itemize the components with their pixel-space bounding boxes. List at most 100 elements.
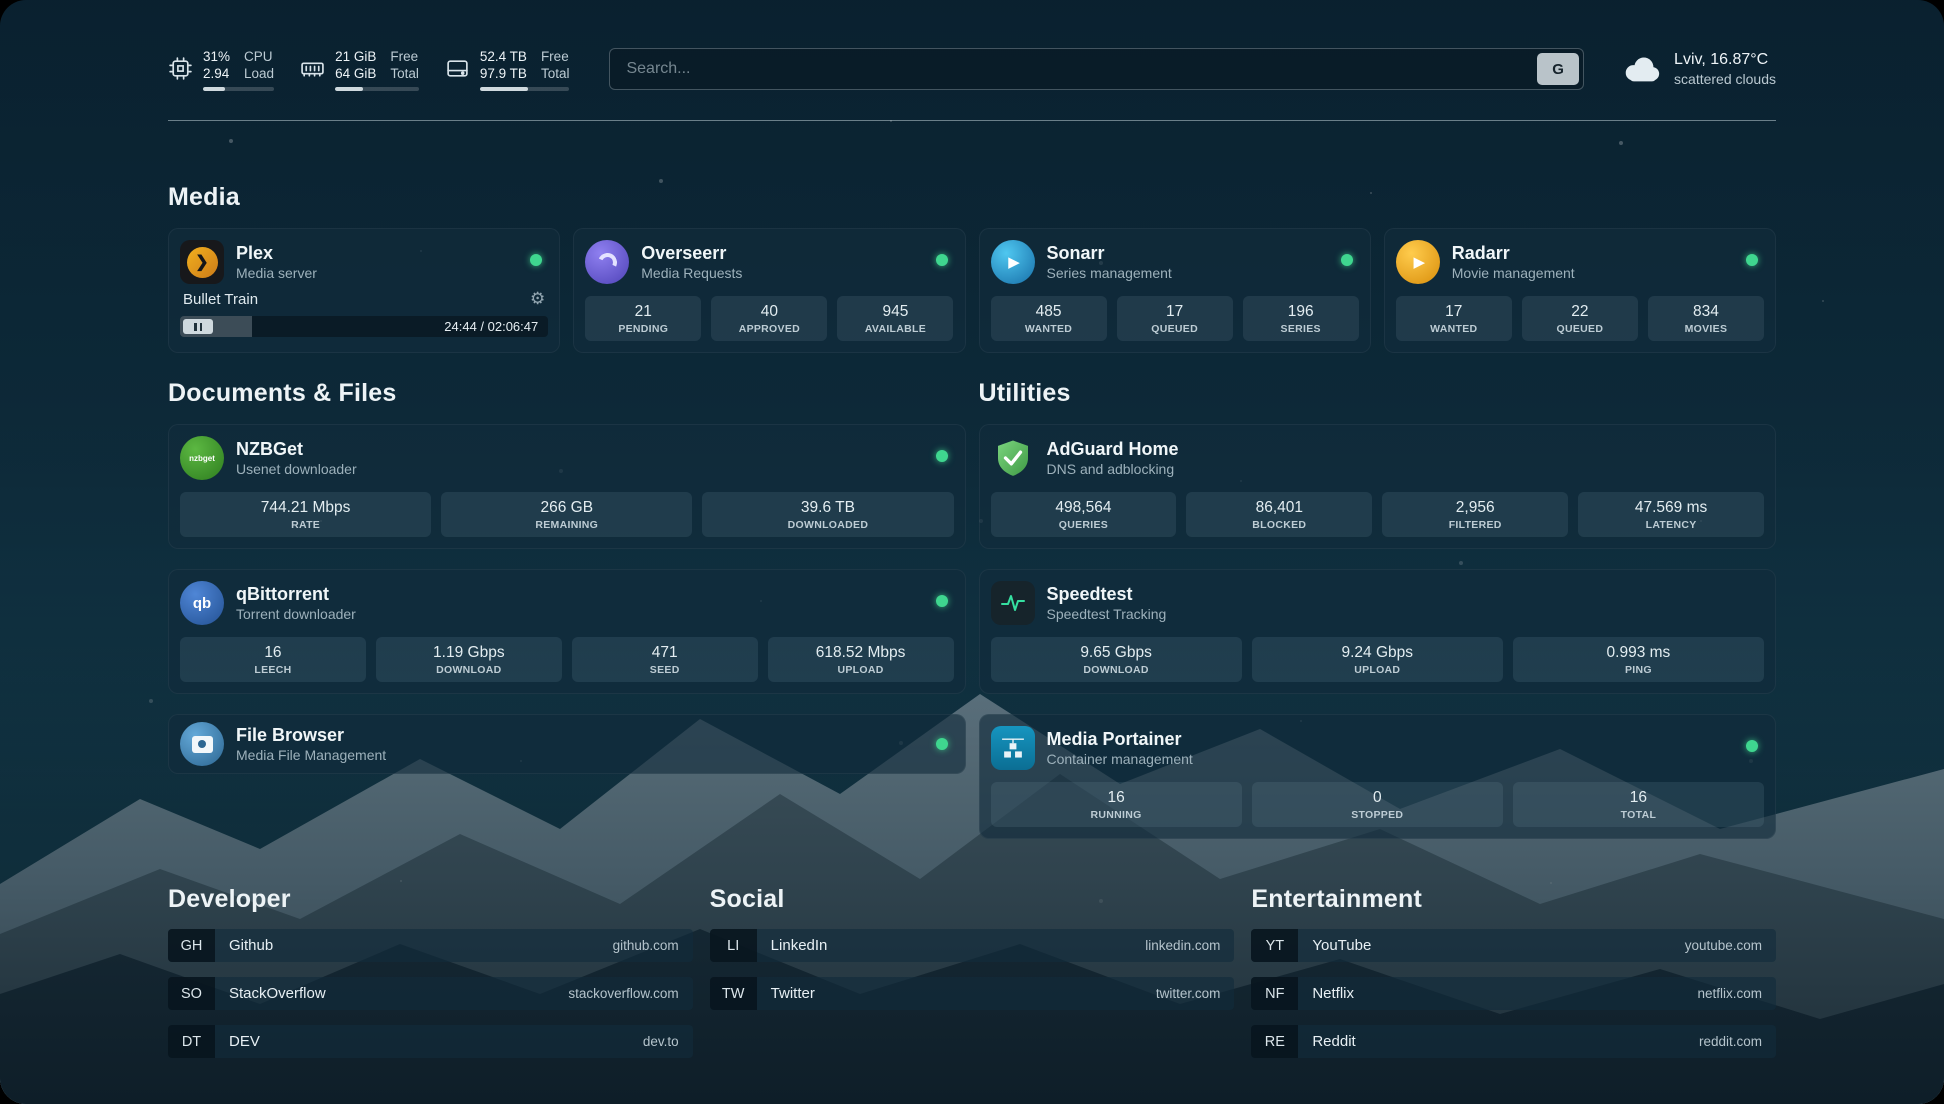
bookmark-url: stackoverflow.com [568,986,678,1001]
stat-upload: 618.52 MbpsUPLOAD [768,637,954,682]
stat-download: 1.19 GbpsDOWNLOAD [376,637,562,682]
playback-progress-bar[interactable]: 24:44 / 02:06:47 [180,316,548,337]
bookmark-linkedin[interactable]: LI LinkedIn linkedin.com [710,929,1235,962]
settings-icon[interactable] [530,290,545,308]
memory-widget: 21 GiB Free 64 GiB Total [300,48,419,91]
service-name: AdGuard Home [1047,438,1179,460]
utilities-column: Utilities [979,379,1777,839]
service-subtitle: Movie management [1452,264,1575,282]
bookmark-abbr: SO [168,977,215,1010]
stat-remaining: 266 GBREMAINING [441,492,692,537]
memory-total: 64 GiB [335,65,376,82]
bookmark-twitter[interactable]: TW Twitter twitter.com [710,977,1235,1010]
service-name: Media Portainer [1047,728,1193,750]
service-subtitle: Container management [1047,750,1193,768]
status-online-dot [1746,740,1758,752]
service-card-radarr[interactable]: Radarr Movie management 17WANTED 22QUEUE… [1384,228,1776,353]
service-card-overseerr[interactable]: Overseerr Media Requests 21PENDING 40APP… [573,228,965,353]
service-subtitle: Usenet downloader [236,460,357,478]
status-online-dot [1746,254,1758,266]
speedtest-icon [991,581,1035,625]
service-name: Sonarr [1047,242,1172,264]
service-card-nzbget[interactable]: nzbget NZBGet Usenet downloader 744.21 M… [168,424,966,549]
stat-series: 196SERIES [1243,296,1359,341]
service-card-adguard[interactable]: AdGuard Home DNS and adblocking 498,564Q… [979,424,1777,549]
plex-icon [180,240,224,284]
stat-total: 16TOTAL [1513,782,1764,827]
stat-upload: 9.24 GbpsUPLOAD [1252,637,1503,682]
radarr-icon [1396,240,1440,284]
stat-ping: 0.993 msPING [1513,637,1764,682]
bookmark-name: Reddit [1312,1033,1355,1050]
disk-free: 52.4 TB [480,48,527,65]
memory-free: 21 GiB [335,48,376,65]
stat-stopped: 0STOPPED [1252,782,1503,827]
disk-usage-bar [480,87,570,91]
bookmark-url: netflix.com [1697,986,1762,1001]
bookmark-url: reddit.com [1699,1034,1762,1049]
bookmark-name: Github [229,937,273,954]
documents-column: Documents & Files nzbget NZBGet Usenet d… [168,379,966,839]
media-cards-row: Plex Media server Bullet Train 24:44 / 0… [168,228,1776,353]
status-online-dot [936,738,948,750]
service-card-speedtest[interactable]: Speedtest Speedtest Tracking 9.65 GbpsDO… [979,569,1777,694]
bookmark-dev[interactable]: DT DEV dev.to [168,1025,693,1058]
service-subtitle: Media Requests [641,264,742,282]
bookmark-netflix[interactable]: NF Netflix netflix.com [1251,977,1776,1010]
service-subtitle: Torrent downloader [236,605,356,623]
service-name: NZBGet [236,438,357,460]
service-card-filebrowser[interactable]: File Browser Media File Management [168,714,966,774]
service-name: Radarr [1452,242,1575,264]
service-card-plex[interactable]: Plex Media server Bullet Train 24:44 / 0… [168,228,560,353]
bookmark-name: YouTube [1312,937,1371,954]
stat-downloaded: 39.6 TBDOWNLOADED [702,492,953,537]
bookmark-name: LinkedIn [771,937,828,954]
service-card-portainer[interactable]: Media Portainer Container management 16R… [979,714,1777,839]
cpu-percent: 31% [203,48,230,65]
bookmark-abbr: TW [710,977,757,1010]
search-provider-button[interactable]: G [1537,53,1579,85]
bookmark-url: github.com [613,938,679,953]
now-playing-title: Bullet Train [183,291,258,308]
header-divider [168,120,1776,121]
weather-widget[interactable]: Lviv, 16.87°C scattered clouds [1620,50,1776,88]
stat-wanted: 485WANTED [991,296,1107,341]
stat-seed: 471SEED [572,637,758,682]
service-subtitle: Media File Management [236,746,386,764]
stat-pending: 21PENDING [585,296,701,341]
service-card-sonarr[interactable]: Sonarr Series management 485WANTED 17QUE… [979,228,1371,353]
top-bar: 31% CPU 2.94 Load 21 [168,40,1776,98]
cpu-usage-bar [203,87,274,91]
bookmark-github[interactable]: GH Github github.com [168,929,693,962]
bookmark-name: StackOverflow [229,985,326,1002]
bookmark-stackoverflow[interactable]: SO StackOverflow stackoverflow.com [168,977,693,1010]
disk-widget: 52.4 TB Free 97.9 TB Total [445,48,570,91]
service-name: Overseerr [641,242,742,264]
stat-approved: 40APPROVED [711,296,827,341]
bookmarks-area: Developer GH Github github.com SO StackO… [168,885,1776,1058]
stat-movies: 834MOVIES [1648,296,1764,341]
service-subtitle: Series management [1047,264,1172,282]
bookmark-youtube[interactable]: YT YouTube youtube.com [1251,929,1776,962]
service-card-qbittorrent[interactable]: qb qBittorrent Torrent downloader 16LEEC… [168,569,966,694]
cpu-widget: 31% CPU 2.94 Load [168,48,274,91]
section-title-entertainment: Entertainment [1251,885,1776,914]
bookmark-abbr: RE [1251,1025,1298,1058]
service-name: qBittorrent [236,583,356,605]
cpu-label-2: Load [244,65,274,82]
bookmark-abbr: GH [168,929,215,962]
search-input[interactable] [609,48,1584,90]
bookmark-group-developer: Developer GH Github github.com SO StackO… [168,885,693,1058]
pause-button[interactable] [183,319,213,334]
memory-label-1: Free [390,48,419,65]
stat-queries: 498,564QUERIES [991,492,1177,537]
service-subtitle: Speedtest Tracking [1047,605,1167,623]
service-name: Plex [236,242,317,264]
bookmark-reddit[interactable]: RE Reddit reddit.com [1251,1025,1776,1058]
status-online-dot [936,595,948,607]
status-online-dot [936,450,948,462]
disk-total: 97.9 TB [480,65,527,82]
service-subtitle: DNS and adblocking [1047,460,1179,478]
memory-label-2: Total [390,65,419,82]
bookmark-group-entertainment: Entertainment YT YouTube youtube.com NF … [1251,885,1776,1058]
